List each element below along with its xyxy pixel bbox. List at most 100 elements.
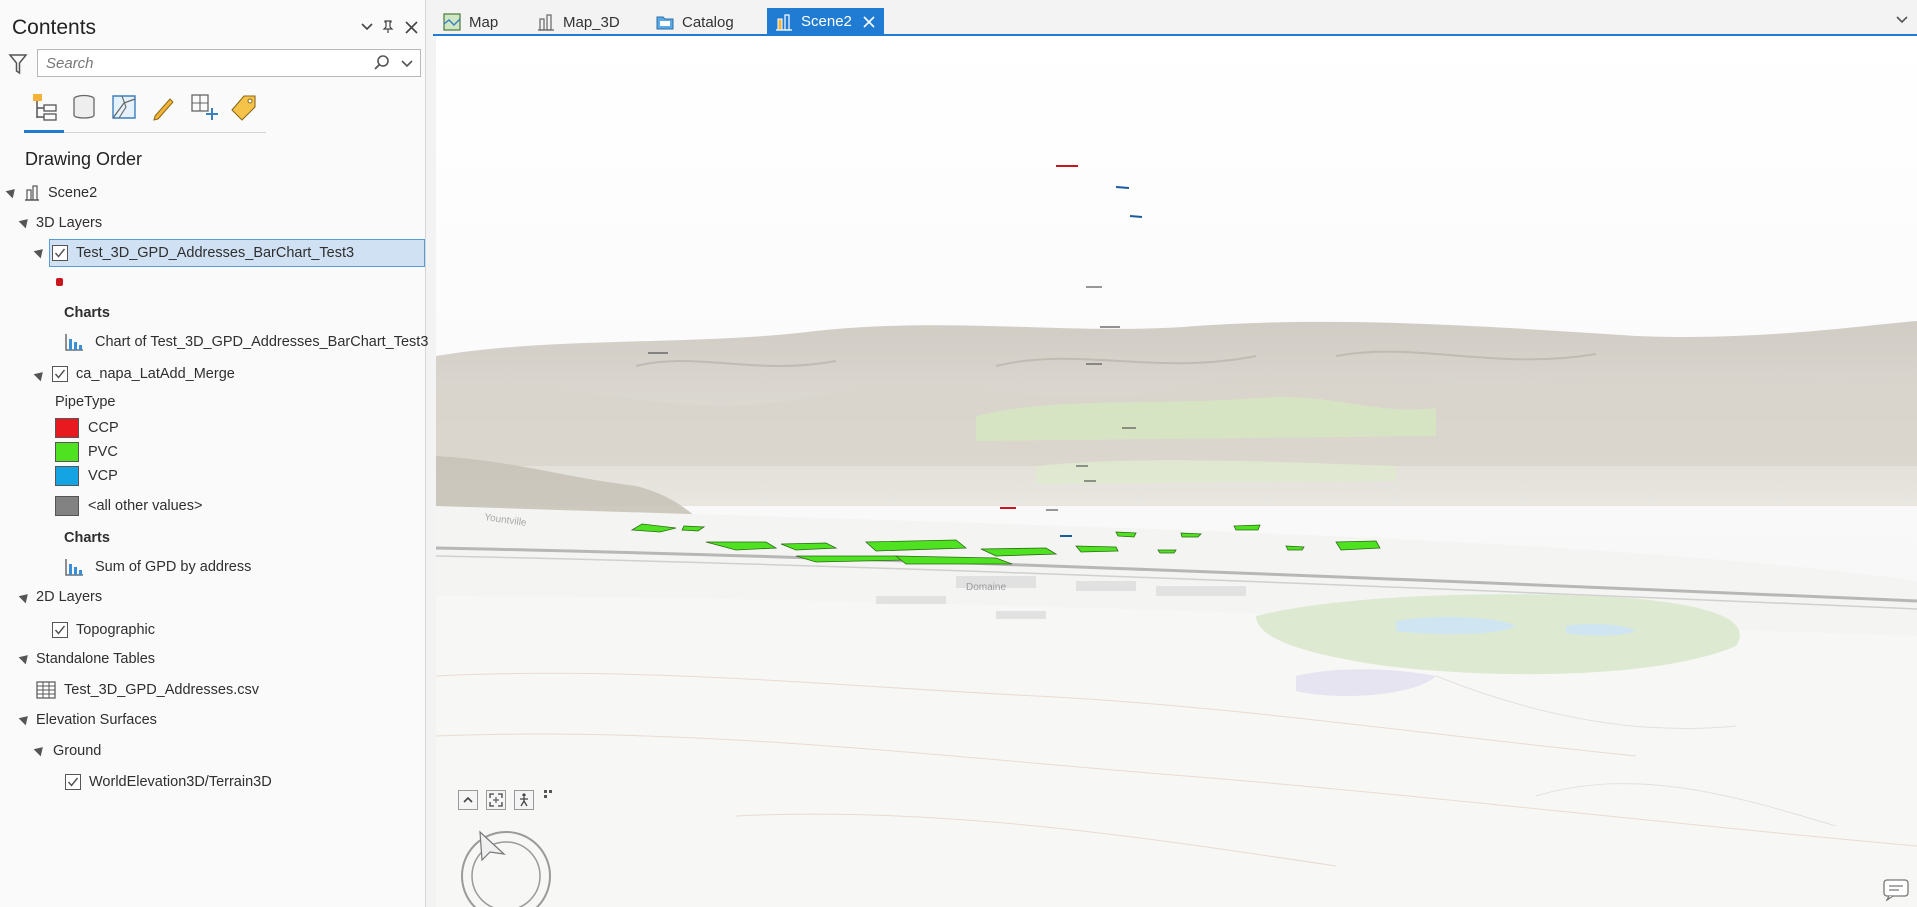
tab-catalog[interactable]: Catalog (656, 10, 734, 34)
tree-label-3d-layers: 3D Layers (36, 215, 103, 231)
tree-label-layer-barchart: Test_3D_GPD_Addresses_BarChart_Test3 (76, 245, 355, 261)
tree-item-scene[interactable]: Scene2 (23, 181, 97, 205)
legend-label: PVC (88, 444, 118, 460)
tree-item-layer-barchart[interactable]: Test_3D_GPD_Addresses_BarChart_Test3 (52, 241, 354, 265)
tree-label-topographic: Topographic (76, 622, 155, 638)
list-by-editing-icon[interactable] (147, 90, 181, 124)
list-by-drawing-order-icon[interactable] (27, 90, 61, 124)
tree-item-2d-layers[interactable]: 2D Layers (36, 585, 102, 609)
search-box[interactable] (37, 49, 421, 77)
layer-visibility-checkbox[interactable] (52, 366, 68, 382)
pin-icon[interactable] (378, 16, 398, 38)
tree-label-chart-2: Sum of GPD by address (95, 559, 252, 575)
legend-item: VCP (55, 464, 118, 488)
contents-pane: Contents Search Drawing Order Scene2 3D … (0, 0, 428, 907)
scene-icon (776, 13, 792, 31)
map-label: Domaine (966, 582, 1006, 593)
legend-item: <all other values> (55, 494, 202, 518)
list-by-data-source-icon[interactable] (67, 90, 101, 124)
table-icon (36, 681, 56, 699)
legend-swatch (55, 496, 79, 516)
tree-label-chart-1: Chart of Test_3D_GPD_Addresses_BarChart_… (95, 334, 429, 350)
expand-triangle-icon[interactable] (18, 590, 32, 604)
pane-title: Contents (12, 16, 97, 39)
search-options-chevron-icon[interactable] (400, 56, 414, 70)
tree-heading-charts: Charts (64, 530, 110, 546)
tree-item-table[interactable]: Test_3D_GPD_Addresses.csv (36, 678, 259, 702)
tab-label: Map (469, 13, 499, 31)
legend-item: CCP (55, 416, 119, 440)
view-tab-bar: Map Map_3D Catalog Scene2 (433, 0, 1917, 36)
tree-heading-charts: Charts (64, 305, 110, 321)
tree-label-layer-napa: ca_napa_LatAdd_Merge (76, 366, 235, 382)
bar-chart-icon (65, 559, 83, 576)
tab-scene2[interactable]: Scene2 (767, 8, 884, 35)
legend-swatch (55, 442, 79, 462)
scene-icon (25, 185, 39, 201)
expand-triangle-icon[interactable] (5, 185, 19, 199)
expand-triangle-icon[interactable] (33, 368, 47, 382)
scene-icon (538, 14, 554, 31)
map-icon (443, 13, 461, 31)
catalog-icon (656, 16, 674, 30)
tree-label-table: Test_3D_GPD_Addresses.csv (64, 682, 260, 698)
tree-item-layer-napa[interactable]: ca_napa_LatAdd_Merge (52, 362, 235, 386)
tab-map[interactable]: Map (443, 10, 498, 34)
legend-field-name: PipeType (55, 394, 116, 410)
tree-item-chart-1[interactable]: Chart of Test_3D_GPD_Addresses_BarChart_… (64, 330, 428, 354)
tree-label-elevation: Elevation Surfaces (36, 712, 157, 728)
tree-item-elevation-surfaces[interactable]: Elevation Surfaces (36, 708, 157, 732)
contents-toolbar (24, 88, 266, 133)
tree-label-scene: Scene2 (48, 185, 98, 201)
tree-item-topographic[interactable]: Topographic (52, 618, 155, 642)
layer-visibility-checkbox[interactable] (52, 622, 68, 638)
point-symbol-swatch (56, 278, 63, 286)
bar-chart-icon (65, 334, 83, 351)
expand-triangle-icon[interactable] (18, 712, 32, 726)
scene-canvas[interactable]: Domaine Yountville (436, 36, 1917, 907)
tree-item-3d-layers[interactable]: 3D Layers (36, 211, 102, 235)
pane-options-chevron-icon[interactable] (357, 16, 377, 38)
active-tool-indicator (24, 130, 64, 133)
navigator-collapse-button[interactable] (458, 790, 478, 810)
layer-visibility-checkbox[interactable] (52, 245, 68, 261)
list-by-labeling-icon[interactable] (227, 90, 261, 124)
tab-map-3d[interactable]: Map_3D (537, 10, 620, 34)
full-extent-button[interactable] (486, 790, 506, 810)
list-by-selection-icon[interactable] (107, 90, 141, 124)
tree-label-2d-layers: 2D Layers (36, 589, 103, 605)
tab-overflow-chevron-icon[interactable] (1895, 12, 1909, 26)
list-by-snapping-icon[interactable] (187, 90, 221, 124)
tab-label: Catalog (682, 13, 734, 31)
tab-label: Scene2 (801, 13, 852, 30)
legend-label: <all other values> (88, 498, 203, 514)
tab-label: Map_3D (563, 13, 620, 31)
legend-label: CCP (88, 420, 119, 436)
tree-item-ground[interactable]: Ground (53, 739, 101, 763)
search-icon[interactable] (372, 53, 392, 73)
first-person-navigation-button[interactable] (514, 790, 534, 810)
close-icon[interactable] (401, 16, 421, 38)
legend-swatch (55, 418, 79, 438)
legend-label: VCP (88, 468, 118, 484)
tree-label-standalone: Standalone Tables (36, 651, 156, 667)
tree-label-terrain: WorldElevation3D/Terrain3D (89, 774, 272, 790)
heads-up-display-icon[interactable] (542, 788, 554, 800)
expand-triangle-icon[interactable] (18, 651, 32, 665)
drawing-order-heading: Drawing Order (25, 149, 143, 169)
tree-item-terrain[interactable]: WorldElevation3D/Terrain3D (65, 770, 272, 794)
expand-triangle-icon[interactable] (33, 743, 47, 757)
tree-item-standalone-tables[interactable]: Standalone Tables (36, 647, 155, 671)
search-input[interactable] (44, 54, 368, 73)
navigator-compass-icon[interactable] (456, 826, 556, 907)
tree-item-chart-2[interactable]: Sum of GPD by address (64, 555, 251, 579)
tab-close-icon[interactable] (862, 15, 876, 29)
chat-message-icon[interactable] (1883, 879, 1909, 901)
layer-visibility-checkbox[interactable] (65, 774, 81, 790)
scene-view[interactable]: Domaine Yountville (436, 36, 1917, 907)
expand-triangle-icon[interactable] (18, 215, 32, 229)
legend-swatch (55, 466, 79, 486)
expand-triangle-icon[interactable] (33, 245, 47, 259)
filter-icon[interactable] (8, 52, 28, 76)
legend-item: PVC (55, 440, 118, 464)
